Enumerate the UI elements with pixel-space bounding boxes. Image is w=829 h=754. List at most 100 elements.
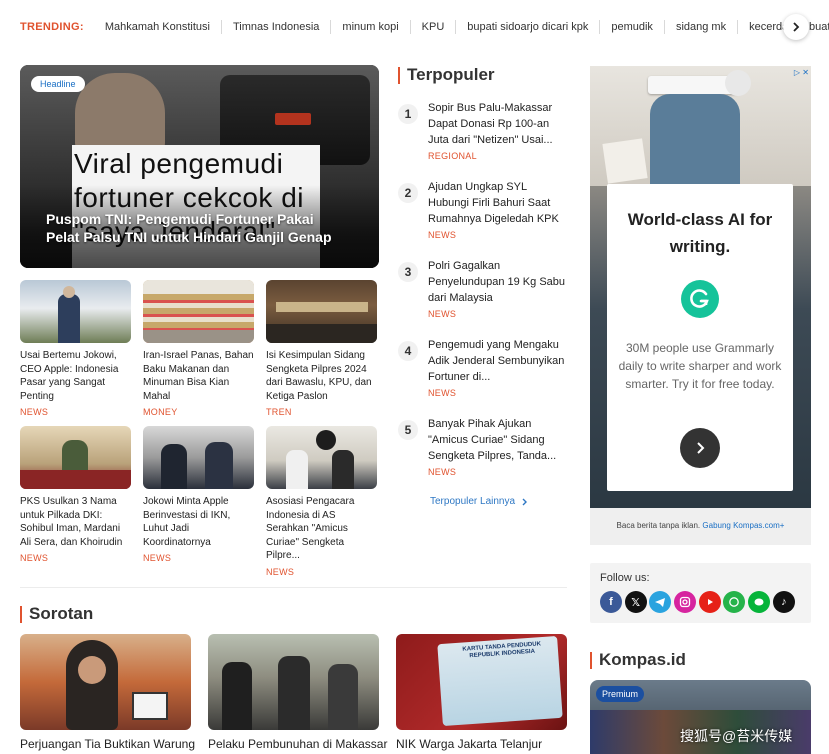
popular-title[interactable]: Ajudan Ungkap SYL Hubungi Firli Bahuri S… [428, 179, 566, 227]
news-title[interactable]: PKS Usulkan 3 Nama untuk Pilkada DKI: So… [20, 495, 131, 549]
news-card[interactable]: Asosiasi Pengacara Indonesia di AS Serah… [266, 426, 377, 577]
highlight-card[interactable]: Pelaku Pembunuhan di Makassar [208, 634, 387, 751]
ad-footer: Baca berita tanpa iklan. Gabung Kompas.c… [616, 521, 785, 530]
trending-item[interactable]: pemudik [600, 20, 665, 34]
news-card[interactable]: Iran-Israel Panas, Bahan Baku Makanan da… [143, 280, 254, 417]
more-link-label: Terpopuler Lainnya [430, 496, 516, 507]
trending-item[interactable]: minum kopi [331, 20, 411, 34]
highlight-title[interactable]: Pelaku Pembunuhan di Makassar [208, 737, 387, 751]
ad-next-button[interactable] [680, 428, 720, 468]
trending-item[interactable]: sidang mk [665, 20, 739, 34]
headline-card[interactable]: Viral pengemudi fortuner cekcok di "saya… [20, 65, 379, 268]
news-card[interactable]: PKS Usulkan 3 Nama untuk Pilkada DKI: So… [20, 426, 131, 563]
chevron-right-icon [793, 22, 800, 32]
ad-content-card: World-class AI for writing. 30M people u… [607, 184, 793, 491]
news-thumbnail [143, 280, 254, 343]
trending-next-button[interactable] [783, 14, 809, 40]
popular-category[interactable]: NEWS [428, 309, 566, 319]
popular-item[interactable]: 4 Pengemudi yang Mengaku Adik Jenderal S… [398, 337, 573, 398]
trending-item[interactable]: KPU [411, 20, 457, 34]
chevron-right-icon [522, 498, 528, 505]
terpopuler-more-link[interactable]: Terpopuler Lainnya [430, 496, 531, 507]
news-title[interactable]: Isi Kesimpulan Sidang Sengketa Pilpres 2… [266, 349, 377, 403]
telegram-icon[interactable] [649, 591, 672, 613]
highlight-thumbnail [20, 634, 191, 730]
news-category[interactable]: NEWS [143, 553, 254, 563]
highlight-thumbnail: KARTU TANDA PENDUDUK REPUBLIK INDONESIA [396, 634, 567, 730]
tiktok-icon[interactable]: ♪ [772, 591, 795, 613]
rank-number: 3 [398, 262, 418, 282]
popular-category[interactable]: NEWS [428, 388, 566, 398]
youtube-icon[interactable] [698, 591, 721, 613]
premium-badge: Premium [596, 686, 645, 702]
popular-category[interactable]: REGIONAL [428, 151, 566, 161]
trending-item[interactable]: Timnas Indonesia [222, 20, 332, 34]
ad-close-icon[interactable]: ▷ ✕ [794, 68, 809, 77]
news-title[interactable]: Usai Bertemu Jokowi, CEO Apple: Indonesi… [20, 349, 131, 403]
social-icons: f 𝕏 ♪ [600, 591, 798, 613]
news-thumbnail [20, 280, 131, 343]
highlight-title[interactable]: Perjuangan Tia Buktikan Warung [20, 737, 195, 751]
news-thumbnail [266, 426, 377, 489]
headline-title[interactable]: Puspom TNI: Pengemudi Fortuner Pakai Pel… [46, 210, 336, 246]
trending-bar: TRENDING: Mahkamah Konstitusi Timnas Ind… [0, 0, 829, 54]
follow-label: Follow us: [600, 572, 650, 584]
news-card[interactable]: Jokowi Minta Apple Berinvestasi di IKN, … [143, 426, 254, 563]
kompas-id-heading: Kompas.id [590, 650, 686, 670]
news-card[interactable]: Usai Bertemu Jokowi, CEO Apple: Indonesi… [20, 280, 131, 417]
news-category[interactable]: NEWS [20, 553, 131, 563]
highlight-title[interactable]: NIK Warga Jakarta Telanjur [396, 737, 567, 751]
popular-title[interactable]: Pengemudi yang Mengaku Adik Jenderal Sem… [428, 337, 566, 385]
news-category[interactable]: NEWS [266, 567, 377, 577]
popular-item[interactable]: 3 Polri Gagalkan Penyelundupan 19 Kg Sab… [398, 258, 573, 319]
section-title: Sorotan [29, 604, 94, 623]
trending-item[interactable]: bupati sidoarjo dicari kpk [456, 20, 601, 34]
instagram-icon[interactable] [674, 591, 697, 613]
section-title: Kompas.id [599, 650, 686, 669]
news-category[interactable]: TREN [266, 407, 377, 417]
trending-label: TRENDING: [20, 21, 84, 33]
highlight-thumbnail [208, 634, 379, 730]
news-category[interactable]: NEWS [20, 407, 131, 417]
popular-title[interactable]: Polri Gagalkan Penyelundupan 19 Kg Sabu … [428, 258, 566, 306]
news-thumbnail [143, 426, 254, 489]
chevron-right-icon [697, 442, 705, 454]
section-divider [20, 587, 567, 588]
watermark: 搜狐号@苔米传媒 [680, 728, 793, 744]
highlight-card[interactable]: KARTU TANDA PENDUDUK REPUBLIK INDONESIA … [396, 634, 567, 751]
highlight-card[interactable]: Perjuangan Tia Buktikan Warung [20, 634, 195, 751]
whatsapp-icon[interactable] [723, 591, 746, 613]
line-icon[interactable] [748, 591, 771, 613]
rank-number: 2 [398, 183, 418, 203]
news-category[interactable]: MONEY [143, 407, 254, 417]
ad-body: 30M people use Grammarly daily to write … [618, 341, 782, 391]
x-icon[interactable]: 𝕏 [624, 591, 647, 613]
section-title: Terpopuler [407, 65, 495, 84]
rank-number: 1 [398, 104, 418, 124]
follow-us-box: Follow us: f 𝕏 ♪ [590, 563, 811, 623]
facebook-icon[interactable]: f [600, 591, 622, 613]
popular-item[interactable]: 1 Sopir Bus Palu-Makassar Dapat Donasi R… [398, 100, 573, 161]
popular-title[interactable]: Banyak Pihak Ajukan "Amicus Curiae" Sida… [428, 416, 566, 464]
news-thumbnail [266, 280, 377, 343]
headline-badge: Headline [31, 76, 85, 92]
trending-item[interactable]: Mahkamah Konstitusi [94, 20, 222, 34]
kompas-plus-link[interactable]: Gabung Kompas.com+ [702, 521, 784, 530]
ad-headline: World-class AI for writing. [627, 210, 773, 256]
news-card[interactable]: Isi Kesimpulan Sidang Sengketa Pilpres 2… [266, 280, 377, 417]
terpopuler-heading: Terpopuler [398, 65, 495, 85]
popular-category[interactable]: NEWS [428, 230, 566, 240]
news-title[interactable]: Asosiasi Pengacara Indonesia di AS Serah… [266, 495, 377, 563]
popular-item[interactable]: 2 Ajudan Ungkap SYL Hubungi Firli Bahuri… [398, 179, 573, 240]
trending-list: Mahkamah Konstitusi Timnas Indonesia min… [94, 20, 829, 34]
news-thumbnail [20, 426, 131, 489]
rank-number: 5 [398, 420, 418, 440]
news-title[interactable]: Iran-Israel Panas, Bahan Baku Makanan da… [143, 349, 254, 403]
popular-title[interactable]: Sopir Bus Palu-Makassar Dapat Donasi Rp … [428, 100, 566, 148]
news-title[interactable]: Jokowi Minta Apple Berinvestasi di IKN, … [143, 495, 254, 549]
sorotan-heading: Sorotan [20, 604, 93, 624]
grammarly-logo-icon [681, 280, 719, 318]
grammarly-ad[interactable]: ▷ ✕ World-class AI for writing. 30M peop… [590, 66, 811, 545]
popular-item[interactable]: 5 Banyak Pihak Ajukan "Amicus Curiae" Si… [398, 416, 573, 477]
popular-category[interactable]: NEWS [428, 467, 566, 477]
